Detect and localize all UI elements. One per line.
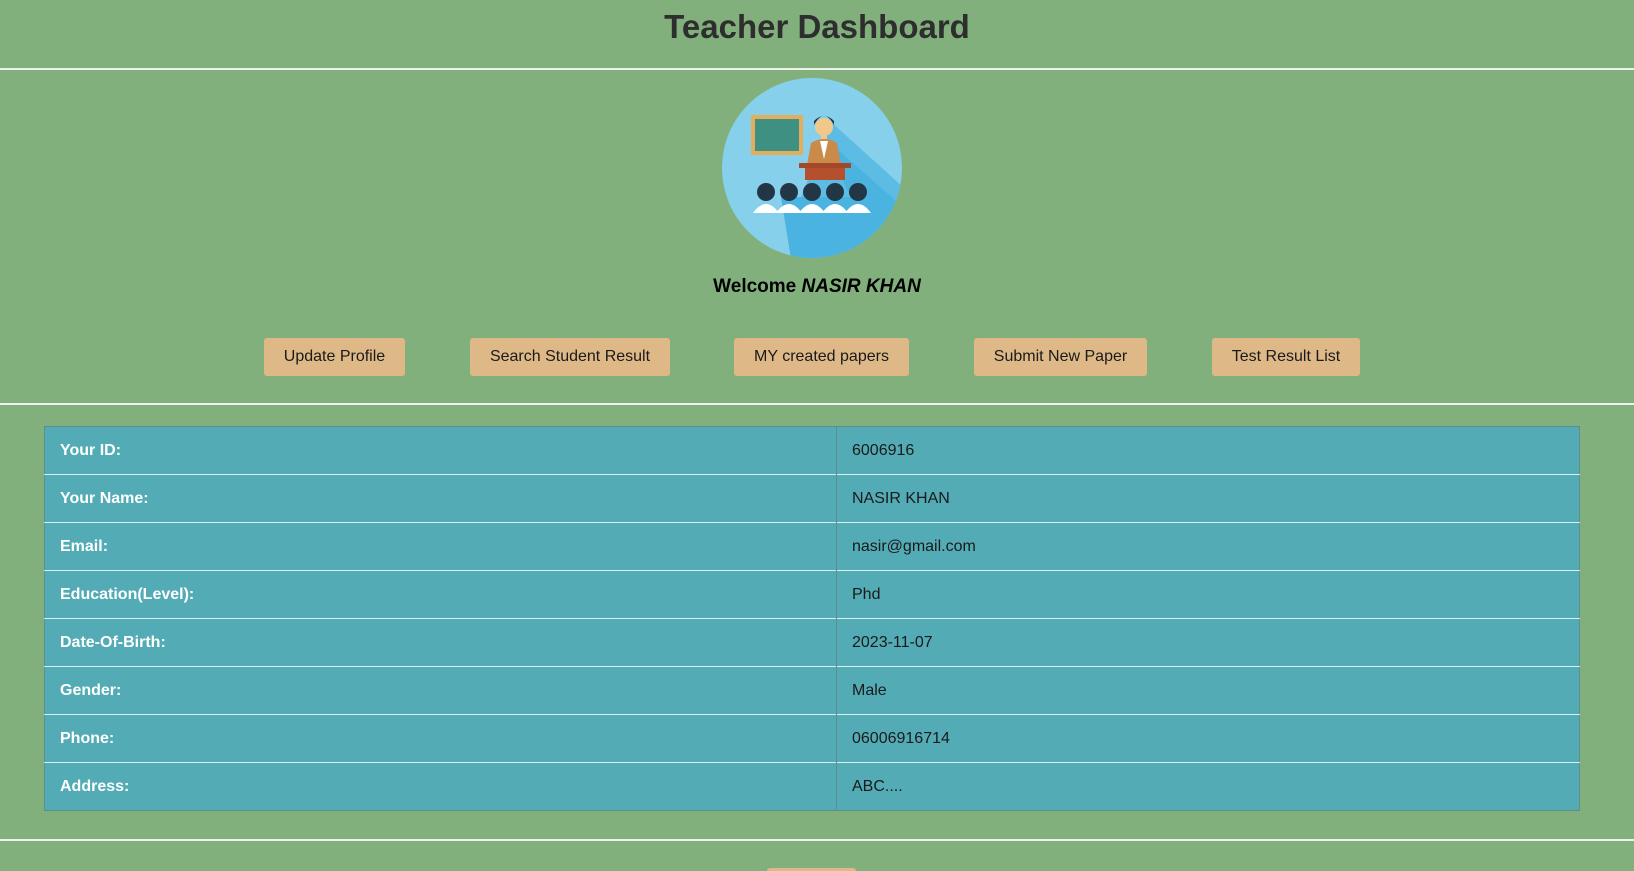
row-value: NASIR KHAN [836,474,1580,523]
page-title: Teacher Dashboard [664,8,970,45]
divider-top [0,68,1634,70]
row-value: 2023-11-07 [836,618,1580,667]
welcome-prefix: Welcome [713,276,797,297]
my-created-papers-button[interactable]: MY created papers [734,338,909,376]
row-value: Male [836,666,1580,715]
row-label: Your ID: [44,426,837,475]
row-label: Education(Level): [44,570,837,619]
row-label: Phone: [44,714,837,763]
submit-new-paper-button[interactable]: Submit New Paper [974,338,1147,376]
table-row: Your Name: NASIR KHAN [44,474,1580,523]
row-label: Date-Of-Birth: [44,618,837,667]
profile-info-table: Your ID: 6006916 Your Name: NASIR KHAN E… [44,426,1580,811]
welcome-message: Welcome NASIR KHAN [0,276,1634,298]
table-row: Gender: Male [44,666,1580,715]
table-row: Date-Of-Birth: 2023-11-07 [44,618,1580,667]
table-row: Phone: 06006916714 [44,714,1580,763]
row-label: Your Name: [44,474,837,523]
row-value: Phd [836,570,1580,619]
welcome-user-name: NASIR KHAN [801,276,921,297]
table-row: Address: ABC.... [44,762,1580,811]
search-student-result-button[interactable]: Search Student Result [470,338,670,376]
teacher-classroom-icon [722,78,902,258]
teacher-dashboard-page: Teacher Dashboard Welcome NASIR KHAN Upd… [0,0,1634,871]
row-label: Email: [44,522,837,571]
row-label: Gender: [44,666,837,715]
test-result-list-button[interactable]: Test Result List [1212,338,1360,376]
table-row: Education(Level): Phd [44,570,1580,619]
row-value: 6006916 [852,441,915,459]
row-label: Address: [44,762,837,811]
table-row: Your ID: 6006916 [44,426,1580,475]
divider-middle [0,403,1634,405]
update-profile-button[interactable]: Update Profile [264,338,405,376]
row-value: nasir@gmail.com [836,522,1580,571]
divider-bottom [0,839,1634,841]
table-row: Email: nasir@gmail.com [44,522,1580,571]
row-value: ABC.... [836,762,1580,811]
row-value: 06006916714 [836,714,1580,763]
